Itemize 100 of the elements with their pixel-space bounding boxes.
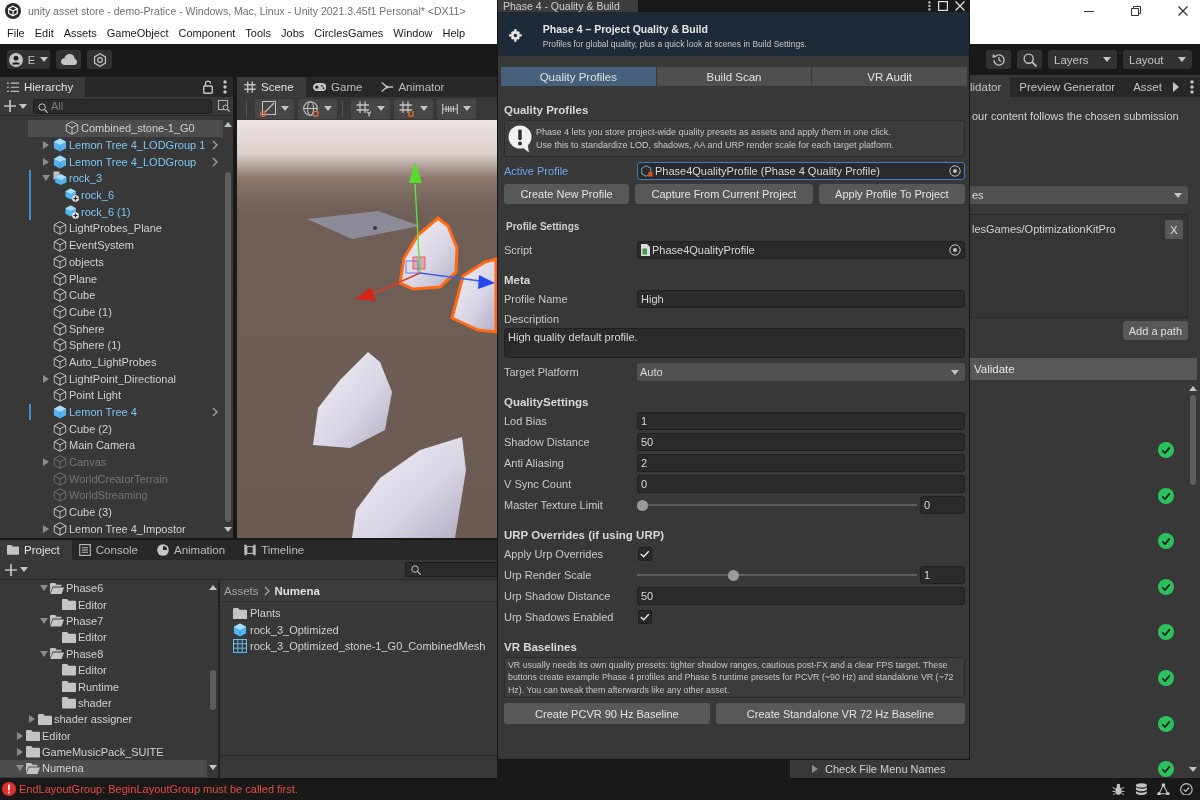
account-button[interactable]: E: [7, 50, 50, 69]
caret-icon[interactable]: [19, 103, 27, 109]
number-field[interactable]: 0: [920, 496, 965, 514]
hierarchy-item[interactable]: Auto_LightProbes: [28, 353, 223, 371]
slider-thumb[interactable]: [637, 499, 648, 511]
text-field[interactable]: 50: [637, 587, 965, 605]
menu-item[interactable]: Window: [388, 23, 438, 43]
panel-tab[interactable]: Scene: [237, 77, 306, 97]
kebab-icon[interactable]: [223, 80, 227, 94]
arrow-down-icon[interactable]: [40, 617, 48, 624]
dropdown[interactable]: es: [970, 186, 1188, 204]
remove-button[interactable]: X: [1165, 220, 1183, 239]
menu-item[interactable]: Edit: [29, 23, 59, 43]
folder-item[interactable]: Editor: [0, 596, 207, 613]
scroll-down-icon[interactable]: [1189, 767, 1197, 772]
play-icon[interactable]: [1172, 82, 1179, 92]
arrow-right-icon[interactable]: [43, 524, 49, 533]
menu-item[interactable]: Component: [173, 23, 241, 43]
hierarchy-item[interactable]: rock_6: [28, 186, 223, 204]
scrollbar-thumb[interactable]: [225, 172, 231, 522]
arrow-down-icon[interactable]: [40, 585, 48, 592]
breadcrumb-item[interactable]: Numena: [274, 585, 320, 597]
folder-item[interactable]: shader assigner: [0, 711, 207, 728]
rock-mesh[interactable]: [313, 352, 392, 448]
hierarchy-item[interactable]: Lemon Tree 4_LODGroup 1: [28, 136, 223, 154]
object-field[interactable]: Phase4QualityProfile (Phase 4 Quality Profile): [637, 162, 965, 180]
toolbar-tab[interactable]: Quality Profiles: [501, 67, 656, 86]
grid-snap-button[interactable]: [394, 98, 433, 119]
hierarchy-item[interactable]: Cube (1): [28, 303, 223, 321]
text-field[interactable]: 2: [637, 454, 965, 472]
object-field[interactable]: Phase4QualityProfile: [637, 241, 965, 259]
menu-item[interactable]: CirclesGames: [309, 23, 389, 43]
hierarchy-item[interactable]: Point Light: [28, 387, 223, 404]
search-window-icon[interactable]: [218, 100, 230, 112]
bug-icon[interactable]: [1111, 782, 1125, 796]
maximize-icon[interactable]: [938, 1, 948, 11]
dropdown[interactable]: Layout: [1123, 50, 1192, 69]
services-button[interactable]: [87, 50, 112, 69]
menu-item[interactable]: Assets: [58, 23, 102, 43]
toolbar-tab[interactable]: Build Scan: [656, 67, 812, 86]
checkbox[interactable]: [638, 610, 652, 624]
hierarchy-item[interactable]: Lemon Tree 4_Impostor: [28, 520, 223, 538]
arrow-down-icon[interactable]: [16, 765, 24, 772]
kebab-icon[interactable]: [928, 1, 931, 11]
text-field[interactable]: 50: [637, 433, 965, 451]
hierarchy-item[interactable]: rock_3: [28, 170, 223, 187]
folder-item[interactable]: Editor: [0, 629, 207, 646]
arrow-down-icon[interactable]: [42, 175, 50, 182]
menu-item[interactable]: Help: [437, 23, 471, 43]
action-button[interactable]: Capture From Current Project: [635, 184, 813, 204]
action-button[interactable]: Create Standalone VR 72 Hz Baseline: [715, 703, 965, 724]
scroll-down-icon[interactable]: [224, 527, 232, 532]
database-icon[interactable]: [1134, 782, 1148, 796]
target-icon[interactable]: [949, 165, 961, 177]
chevron-right-icon[interactable]: [212, 140, 218, 151]
hierarchy-item[interactable]: Cube: [28, 286, 223, 304]
menu-item[interactable]: File: [2, 23, 30, 43]
search-field[interactable]: All: [33, 98, 212, 114]
hierarchy-item[interactable]: LightPoint_Directional: [28, 370, 223, 387]
caret-icon[interactable]: [20, 567, 28, 572]
history-button[interactable]: [986, 50, 1011, 69]
folder-item[interactable]: Numena: [0, 760, 207, 777]
restore-icon[interactable]: [1131, 6, 1141, 16]
folder-item[interactable]: Runtime: [0, 678, 207, 695]
folder-item[interactable]: GameMusicPack_SUITE: [0, 743, 207, 761]
menu-item[interactable]: Tools: [240, 23, 277, 43]
action-button[interactable]: Create PCVR 90 Hz Baseline: [504, 703, 710, 724]
close-icon[interactable]: [1178, 6, 1188, 16]
hierarchy-item[interactable]: Cube (3): [28, 503, 223, 521]
scroll-up-icon[interactable]: [1189, 386, 1197, 391]
window-tab[interactable]: Phase 4 - Quality & Build: [498, 0, 638, 12]
arrow-right-icon[interactable]: [43, 374, 49, 383]
number-field[interactable]: 1: [920, 566, 965, 584]
error-message[interactable]: EndLayoutGroup: BeginLayoutGroup must be called first.: [19, 783, 298, 795]
action-button[interactable]: Apply Profile To Project: [818, 184, 965, 204]
lock-icon[interactable]: [203, 80, 213, 94]
menu-item[interactable]: Jobs: [276, 23, 310, 43]
folder-item[interactable]: Editor: [0, 727, 207, 744]
breadcrumb-item[interactable]: Assets: [224, 585, 259, 597]
chevron-right-icon[interactable]: [212, 407, 218, 418]
move-gizmo[interactable]: [355, 162, 495, 301]
plus-icon[interactable]: [5, 563, 17, 576]
plus-icon[interactable]: [4, 100, 16, 112]
folder-item[interactable]: Phase8: [0, 645, 207, 662]
arrow-right-icon[interactable]: [812, 765, 818, 774]
folder-item[interactable]: Phase6: [0, 580, 207, 597]
text-field[interactable]: 0: [637, 475, 965, 493]
action-button[interactable]: Create New Profile: [504, 184, 630, 204]
hierarchy-item[interactable]: Main Camera: [28, 437, 223, 454]
text-field[interactable]: High: [637, 290, 965, 308]
dropdown[interactable]: Layers: [1048, 50, 1117, 69]
scroll-up-icon[interactable]: [208, 585, 217, 590]
chevron-right-icon[interactable]: [212, 156, 218, 167]
check-circle-icon[interactable]: [1180, 782, 1193, 796]
dropdown[interactable]: Auto: [637, 363, 965, 381]
cloud-button[interactable]: [56, 50, 81, 69]
text-area[interactable]: High quality default profile.: [504, 328, 965, 358]
scene-view-button[interactable]: [298, 98, 337, 119]
search-button[interactable]: [1017, 50, 1042, 69]
hierarchy-item[interactable]: Combined_stone-1_G0: [28, 120, 223, 137]
